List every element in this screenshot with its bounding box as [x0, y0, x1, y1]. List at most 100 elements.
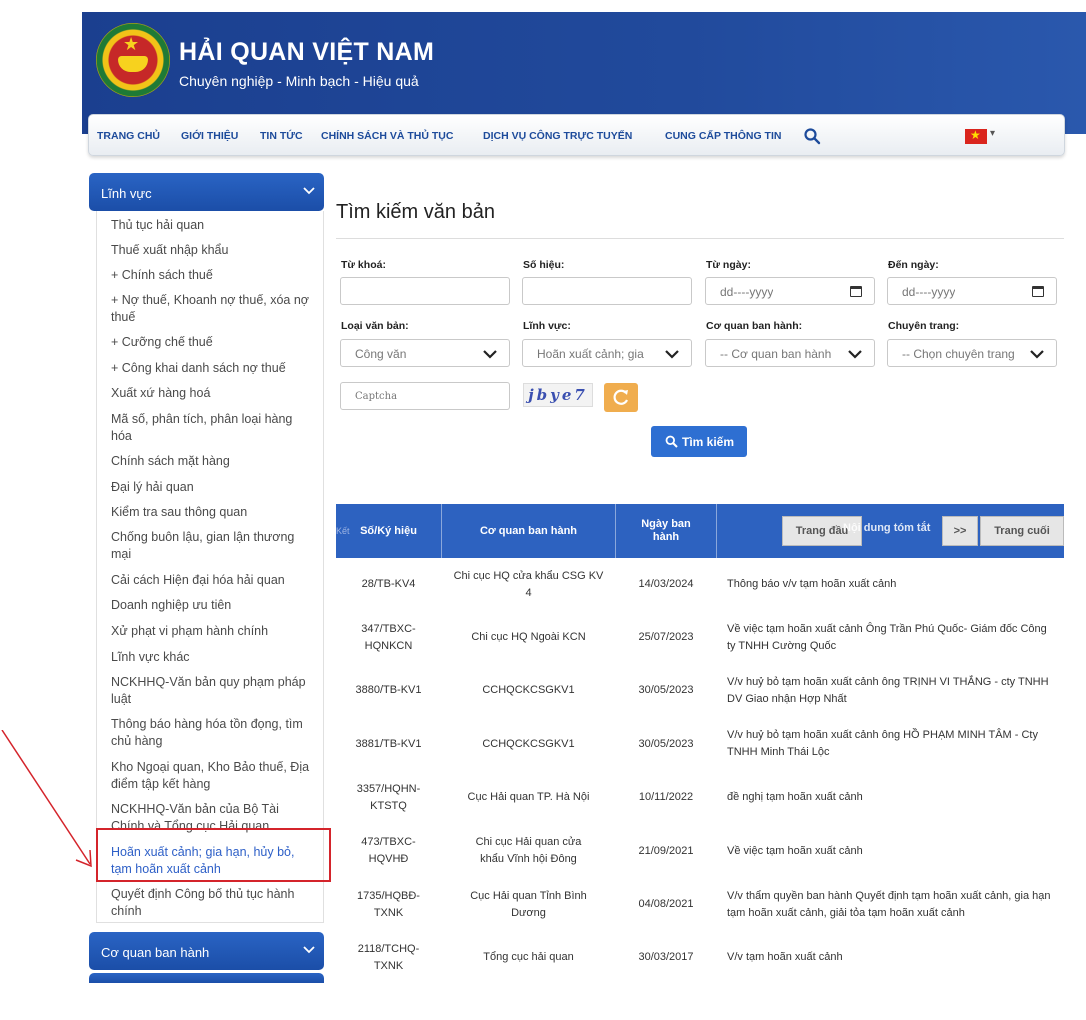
chevron-down-icon: [303, 946, 315, 954]
sidebar-item[interactable]: Cải cách Hiện đại hóa hải quan: [111, 572, 315, 589]
sidebar-item[interactable]: Chính sách mặt hàng: [111, 453, 315, 470]
cell-summary[interactable]: V/v huỷ bỏ tạm hoãn xuất cảnh ông HỒ PHẠ…: [717, 718, 1064, 770]
sidebar-item[interactable]: Doanh nghiệp ưu tiên: [111, 597, 315, 614]
sidebar-item[interactable]: Quyết định Công bố thủ tục hành chính: [111, 886, 315, 920]
cell-number[interactable]: 1735/HQBĐ-TXNK: [336, 879, 441, 930]
sidebar-item[interactable]: + Chính sách thuế: [111, 267, 315, 284]
language-caret-icon[interactable]: ▾: [990, 128, 995, 139]
cell-summary[interactable]: V/v thẩm quyền ban hành Quyết định tạm h…: [717, 879, 1064, 930]
refresh-captcha-button[interactable]: [604, 383, 638, 412]
sidebar-item[interactable]: Đại lý hải quan: [111, 479, 315, 496]
cell-number[interactable]: 347/TBXC-HQNKCN: [336, 612, 441, 663]
nav-policy[interactable]: CHÍNH SÁCH VÀ THỦ TỤC: [321, 130, 453, 142]
cell-agency: Chi cục HQ Ngoài KCN: [471, 631, 586, 643]
keyword-input[interactable]: [340, 277, 510, 305]
customs-logo[interactable]: ★: [96, 23, 170, 97]
topic-label: Chuyên trang:: [888, 320, 960, 332]
table-row[interactable]: 28/TB-KV4 Chi cục HQ cửa khẩu CSG KV 4 1…: [336, 559, 1064, 611]
table-row[interactable]: 347/TBXC-HQNKCN Chi cục HQ Ngoài KCN 25/…: [336, 612, 1064, 664]
cell-summary[interactable]: V/v huỷ bỏ tạm hoãn xuất cảnh ông TRỊNH …: [717, 665, 1064, 716]
calendar-icon[interactable]: [850, 286, 862, 297]
cell-agency: Chi cục Hải quan cửa khẩu Vĩnh hội Đông: [475, 836, 582, 865]
cell-date: 21/09/2021: [638, 844, 694, 857]
sidebar-item[interactable]: NCKHHQ-Văn bản của Bộ Tài Chính và Tổng …: [111, 801, 315, 835]
table-row[interactable]: 3357/HQHN-KTSTQ Cục Hải quan TP. Hà Nội …: [336, 772, 1064, 824]
sidebar-item[interactable]: NCKHHQ-Văn bản quy phạm pháp luật: [111, 674, 315, 708]
nav-news[interactable]: TIN TỨC: [260, 130, 303, 142]
cell-number[interactable]: 3880/TB-KV1: [336, 665, 441, 716]
table-row[interactable]: 3880/TB-KV1 CCHQCKCSGKV1 30/05/2023 V/v …: [336, 665, 1064, 717]
from-date-input[interactable]: dd----yyyy: [705, 277, 875, 305]
cell-number[interactable]: 2118/TCHQ-TXNK: [336, 932, 441, 983]
number-label: Số hiệu:: [523, 259, 565, 271]
sidebar-item[interactable]: Thông báo hàng hóa tồn đọng, tìm chủ hàn…: [111, 716, 315, 750]
nav-information[interactable]: CUNG CẤP THÔNG TIN: [665, 130, 781, 142]
sidebar-item[interactable]: Thủ tục hải quan: [111, 217, 315, 234]
search-icon[interactable]: [803, 127, 821, 145]
doc-type-select[interactable]: Công văn: [340, 339, 510, 367]
sidebar-item-active[interactable]: Hoãn xuất cảnh; gia hạn, hủy bỏ, tạm hoã…: [111, 844, 315, 878]
number-input[interactable]: [522, 277, 692, 305]
sidebar-item[interactable]: Mã số, phân tích, phân loại hàng hóa: [111, 411, 315, 445]
sidebar-item[interactable]: Chống buôn lậu, gian lận thương mại: [111, 529, 315, 563]
table-row[interactable]: 473/TBXC-HQVHĐ Chi cục Hải quan cửa khẩu…: [336, 825, 1064, 878]
doc-type-label: Loại văn bản:: [341, 320, 409, 332]
table-row[interactable]: 1735/HQBĐ-TXNK Cục Hải quan Tỉnh Bình Dư…: [336, 879, 1064, 931]
cell-summary[interactable]: Về việc tạm hoãn xuất cảnh Ông Trần Phú …: [717, 612, 1064, 663]
red-arrow-annotation: [1, 730, 92, 868]
ghost-label: Kết: [336, 526, 350, 536]
sidebar-item[interactable]: Xuất xứ hàng hoá: [111, 385, 315, 402]
sidebar-item[interactable]: + Nợ thuế, Khoanh nợ thuế, xóa nợ thuế: [111, 292, 315, 326]
vietnam-flag-icon[interactable]: ★: [965, 128, 987, 144]
site-subtitle: Chuyên nghiệp - Minh bạch - Hiệu quả: [179, 73, 419, 89]
sidebar-item[interactable]: Kho Ngoại quan, Kho Bảo thuế, Địa điểm t…: [111, 759, 315, 793]
col-summary: Nội dung tóm tắt: [843, 522, 931, 534]
nav-online-services[interactable]: DỊCH VỤ CÔNG TRỰC TUYẾN: [483, 130, 632, 142]
sidebar-field-header[interactable]: Lĩnh vực: [89, 173, 324, 211]
keyword-label: Từ khoá:: [341, 259, 386, 271]
cell-summary[interactable]: V/v tạm hoãn xuất cảnh: [717, 932, 1064, 983]
cell-agency: CCHQCKCSGKV1: [482, 737, 575, 750]
sidebar-agency-title: Cơ quan ban hành: [101, 945, 210, 960]
sidebar-agency-header[interactable]: Cơ quan ban hành: [89, 932, 324, 970]
sidebar-item[interactable]: Kiểm tra sau thông quan: [111, 504, 315, 521]
sidebar-item[interactable]: Xử phạt vi phạm hành chính: [111, 623, 315, 640]
nav-home[interactable]: TRANG CHỦ: [97, 130, 160, 142]
chevron-down-icon: [303, 187, 315, 195]
field-select[interactable]: Hoãn xuất cảnh; gia: [522, 339, 692, 367]
nav-about[interactable]: GIỚI THIỆU: [181, 130, 238, 142]
pager-next-button[interactable]: >>: [942, 516, 978, 546]
cell-number[interactable]: 3357/HQHN-KTSTQ: [336, 772, 441, 823]
captcha-input[interactable]: Captcha: [340, 382, 510, 410]
cell-agency: Cục Hải quan Tỉnh Bình Dương: [470, 889, 587, 919]
table-row[interactable]: 3881/TB-KV1 CCHQCKCSGKV1 30/05/2023 V/v …: [336, 718, 1064, 771]
doc-type-value: Công văn: [355, 347, 407, 361]
site-title: HẢI QUAN VIỆT NAM: [179, 38, 435, 66]
to-date-placeholder: dd----yyyy: [902, 285, 956, 299]
search-button[interactable]: Tìm kiếm: [651, 426, 747, 457]
to-date-input[interactable]: dd----yyyy: [887, 277, 1057, 305]
table-row[interactable]: 2118/TCHQ-TXNK Tổng cục hải quan 30/03/2…: [336, 932, 1064, 984]
cell-date: 04/08/2021: [638, 898, 694, 910]
cell-number[interactable]: 473/TBXC-HQVHĐ: [336, 825, 441, 877]
chevron-down-icon: [483, 350, 497, 359]
chevron-down-icon: [665, 350, 679, 359]
cell-number[interactable]: 28/TB-KV4: [336, 559, 441, 610]
topic-select[interactable]: -- Chọn chuyên trang: [887, 339, 1057, 367]
agency-select[interactable]: -- Cơ quan ban hành: [705, 339, 875, 367]
cell-summary[interactable]: Về việc tạm hoãn xuất cảnh: [717, 825, 1064, 877]
sidebar-item[interactable]: Lĩnh vực khác: [111, 649, 315, 666]
cell-date: 25/07/2023: [638, 631, 694, 643]
sidebar-next-header[interactable]: [89, 973, 324, 983]
cell-summary[interactable]: đề nghị tạm hoãn xuất cảnh: [717, 772, 1064, 823]
pager-last-button[interactable]: Trang cuối: [980, 516, 1064, 546]
search-button-label: Tìm kiếm: [682, 435, 735, 449]
sidebar-item[interactable]: + Cưỡng chế thuế: [111, 334, 315, 351]
sidebar-item[interactable]: + Công khai danh sách nợ thuế: [111, 360, 315, 377]
from-date-label: Từ ngày:: [706, 259, 751, 271]
cell-number[interactable]: 3881/TB-KV1: [336, 718, 441, 770]
cell-summary[interactable]: Thông báo v/v tạm hoãn xuất cảnh: [717, 559, 1064, 610]
calendar-icon[interactable]: [1032, 286, 1044, 297]
sidebar-item[interactable]: Thuế xuất nhập khẩu: [111, 242, 315, 259]
page-title: Tìm kiếm văn bản: [336, 201, 495, 223]
